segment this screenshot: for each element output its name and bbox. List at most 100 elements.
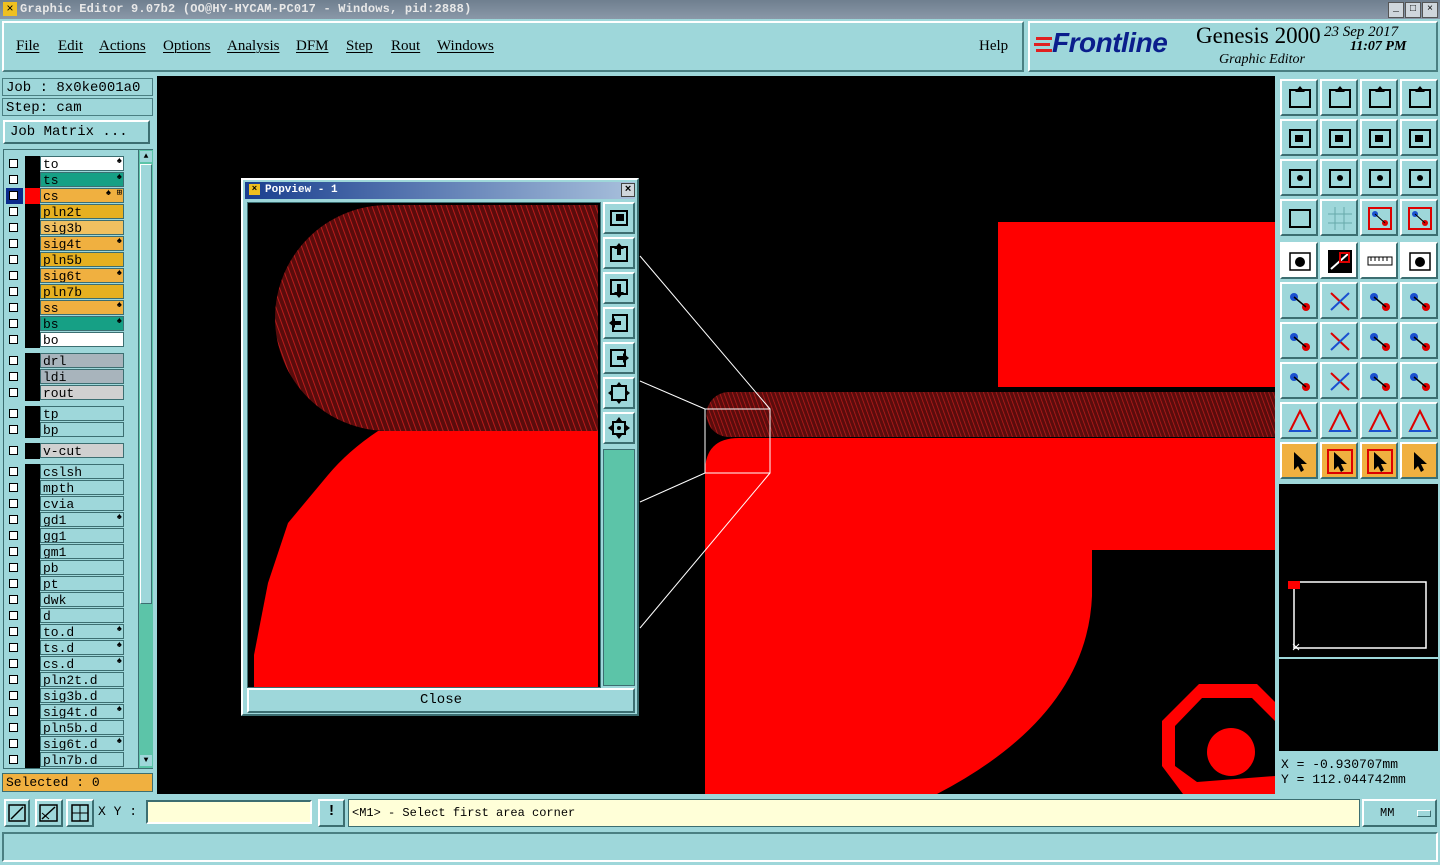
layer-checkbox[interactable] (9, 691, 18, 700)
layer-name[interactable]: pln2t.d (40, 672, 124, 687)
arc-tool-button[interactable] (1360, 322, 1398, 359)
pan-up-button[interactable] (603, 237, 635, 269)
layer-checkbox[interactable] (9, 159, 18, 168)
menu-actions[interactable]: Actions (99, 38, 146, 55)
layer-checkbox[interactable] (9, 659, 18, 668)
menu-options[interactable]: Options (163, 38, 211, 55)
layer-checkbox[interactable] (9, 643, 18, 652)
layer-name[interactable]: sig6t (40, 268, 124, 283)
layer-checkbox[interactable] (9, 409, 18, 418)
layer-color-swatch[interactable] (25, 512, 40, 528)
center-tool-button[interactable] (1320, 159, 1358, 196)
layer-row-mpth[interactable]: mpth (6, 480, 124, 496)
layer-color-swatch[interactable] (25, 422, 40, 438)
sselect-tool-button[interactable] (1400, 119, 1438, 156)
layer-name[interactable]: sig3b.d (40, 688, 124, 703)
layer-row-dwk[interactable]: dwk (6, 592, 124, 608)
scroll-up-icon[interactable]: ▲ (140, 151, 152, 162)
layer-name[interactable]: cslsh (40, 464, 124, 479)
home-tool-button[interactable] (1280, 79, 1318, 116)
layer-name[interactable]: to (40, 156, 124, 171)
layer-checkbox[interactable] (9, 239, 18, 248)
layer-color-swatch[interactable] (25, 353, 40, 369)
layer-name[interactable]: pln2t (40, 204, 124, 219)
layer-row-gd1[interactable]: gd1 ♠ (6, 512, 124, 528)
layer-name[interactable]: pln5b.d (40, 720, 124, 735)
route-tool-button[interactable] (1400, 442, 1438, 479)
minimize-button[interactable]: _ (1388, 2, 1404, 18)
layer-row-sig3b-d[interactable]: sig3b.d (6, 688, 124, 704)
layer-checkbox[interactable] (9, 755, 18, 764)
layer-name[interactable]: d (40, 608, 124, 623)
layer-checkbox[interactable] (9, 356, 18, 365)
layer-name[interactable]: drl (40, 353, 124, 368)
layer-color-swatch[interactable] (25, 720, 40, 736)
menu-edit[interactable]: Edit (58, 38, 83, 55)
layer-name[interactable]: bs (40, 316, 124, 331)
layer-color-swatch[interactable] (25, 300, 40, 316)
layer-row-ldi[interactable]: ldi (6, 369, 124, 385)
units-dropdown-icon[interactable] (1417, 810, 1431, 817)
layer-color-swatch[interactable] (25, 284, 40, 300)
layer-checkbox[interactable] (9, 499, 18, 508)
measure-button[interactable] (35, 799, 63, 827)
point-tool-button[interactable] (1360, 282, 1398, 319)
maximize-button[interactable]: □ (1405, 2, 1421, 18)
popview-close-icon[interactable]: × (621, 183, 635, 197)
pan-down-button[interactable] (603, 272, 635, 304)
circle-tool-button[interactable] (1400, 362, 1438, 399)
layer-row-d[interactable]: d (6, 608, 124, 624)
cross-tool-button[interactable] (1320, 282, 1358, 319)
layer-row-ts-d[interactable]: ts.d ♠ (6, 640, 124, 656)
zoom-in-button[interactable] (603, 202, 635, 234)
close-window-button[interactable]: × (1422, 2, 1438, 18)
layer-color-swatch[interactable] (25, 332, 40, 348)
add-tool-button[interactable] (1280, 362, 1318, 399)
layer-name[interactable]: gg1 (40, 528, 124, 543)
layer-name[interactable]: ts.d (40, 640, 124, 655)
ruler-tool-button[interactable] (1360, 242, 1398, 279)
layer-color-swatch[interactable] (25, 369, 40, 385)
layer-color-swatch[interactable] (25, 672, 40, 688)
layer-checkbox[interactable] (9, 515, 18, 524)
menu-dfm[interactable]: DFM (296, 38, 329, 55)
layer-row-ts[interactable]: ts ♠ (6, 172, 124, 188)
layer-row-bo[interactable]: bo (6, 332, 124, 348)
navigator-view[interactable] (1279, 484, 1438, 657)
layer-name[interactable]: cs.d (40, 656, 124, 671)
layer-row-sig4t-d[interactable]: sig4t.d ♠ (6, 704, 124, 720)
layer-color-swatch[interactable] (25, 736, 40, 752)
layer-checkbox[interactable] (9, 372, 18, 381)
layer-checkbox[interactable] (9, 207, 18, 216)
layer-color-swatch[interactable] (25, 752, 40, 768)
layer-color-swatch[interactable] (25, 220, 40, 236)
menu-windows[interactable]: Windows (437, 38, 494, 55)
layer-name[interactable]: v-cut (40, 443, 124, 458)
layer-color-swatch[interactable] (25, 172, 40, 188)
layer-color-swatch[interactable] (25, 406, 40, 422)
pad-tool-button[interactable] (1280, 242, 1318, 279)
layer-color-swatch[interactable] (25, 464, 40, 480)
layer-checkbox[interactable] (9, 303, 18, 312)
layer-checkbox[interactable] (9, 675, 18, 684)
layer-checkbox[interactable] (9, 191, 18, 200)
layer-color-swatch[interactable] (25, 480, 40, 496)
tri4-tool-button[interactable] (1400, 402, 1438, 439)
layer-color-swatch[interactable] (25, 608, 40, 624)
scroll-thumb[interactable] (140, 164, 152, 604)
layer-row-bp[interactable]: bp (6, 422, 124, 438)
pointer-tool-button[interactable] (1280, 442, 1318, 479)
layer-checkbox[interactable] (9, 223, 18, 232)
layer-name[interactable]: cvia (40, 496, 124, 511)
layer-checkbox[interactable] (9, 425, 18, 434)
layer-color-swatch[interactable] (25, 528, 40, 544)
layer-name[interactable]: pln7b (40, 284, 124, 299)
layer-row-sig6t-d[interactable]: sig6t.d ♠ (6, 736, 124, 752)
house-tool-button[interactable] (1360, 79, 1398, 116)
layer-name[interactable]: sig4t (40, 236, 124, 251)
layer-name[interactable]: sig4t.d (40, 704, 124, 719)
layer-row-v-cut[interactable]: v-cut (6, 443, 124, 459)
layer-row-pt[interactable]: pt (6, 576, 124, 592)
layer-color-swatch[interactable] (25, 156, 40, 172)
snap-tool-button[interactable] (1360, 199, 1398, 236)
